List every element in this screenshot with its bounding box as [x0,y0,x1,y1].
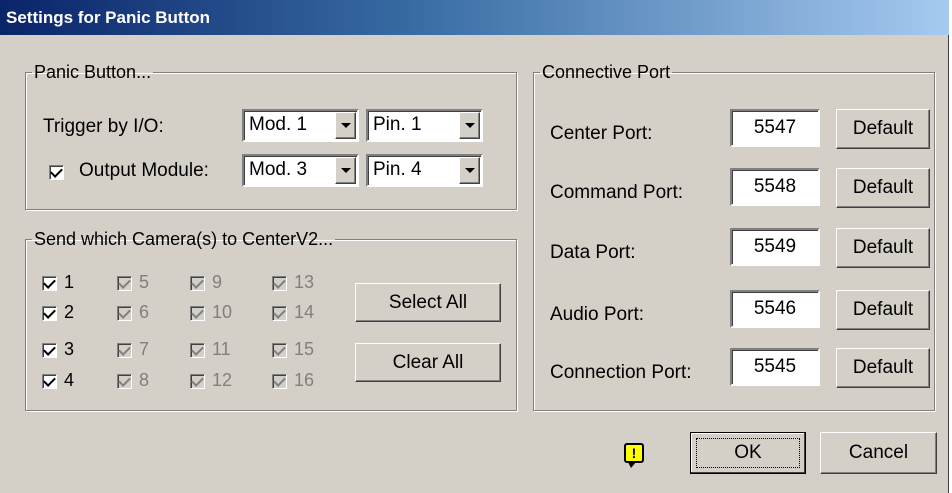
warning-icon: ! [624,443,644,468]
port-input[interactable]: 5545 [730,348,820,386]
camera-label: 12 [212,370,233,390]
connective-port-legend: Connective Port [542,62,671,82]
camera-label: 14 [294,302,315,322]
cancel-label: Cancel [848,442,909,463]
camera-checkbox[interactable] [42,374,57,389]
default-label: Default [852,118,914,139]
camera-selection-legend: Send which Camera(s) to CenterV2... [34,229,334,249]
camera-checkbox[interactable] [42,343,57,358]
camera-checkbox [117,276,132,291]
camera-label: 9 [212,272,223,292]
port-label: Audio Port: [550,304,644,325]
camera-label: 7 [139,339,150,359]
clear-all-button[interactable]: Clear All [355,343,501,382]
output-pin-select[interactable]: Pin. 4 [366,154,483,187]
default-label: Default [852,357,914,378]
trigger-module-select[interactable]: Mod. 1 [242,109,359,142]
warning-glyph: ! [631,445,637,461]
output-module-select[interactable]: Mod. 3 [242,154,359,187]
camera-label: 11 [212,339,231,359]
camera-label: 10 [212,302,233,322]
port-label: Center Port: [550,123,653,144]
select-all-button[interactable]: Select All [355,283,501,322]
camera-label: 6 [139,302,150,322]
port-input[interactable]: 5546 [730,290,820,328]
port-input[interactable]: 5549 [730,228,820,266]
port-input[interactable]: 5547 [730,109,820,147]
select-all-label: Select All [388,292,468,313]
camera-checkbox [272,306,287,321]
chevron-down-icon[interactable] [459,112,480,139]
trigger-label: Trigger by I/O: [43,116,164,137]
output-module-value: Mod. 3 [249,159,308,180]
port-label: Data Port: [550,242,636,263]
camera-checkbox [272,276,287,291]
camera-label: 2 [64,302,75,322]
camera-label: 1 [64,272,75,292]
trigger-module-value: Mod. 1 [249,114,308,135]
chevron-down-icon[interactable] [459,157,480,184]
panic-button-legend: Panic Button... [34,62,152,82]
output-module-label: Output Module: [79,160,209,181]
default-button[interactable]: Default [836,348,930,388]
camera-label: 3 [64,339,75,359]
port-label: Connection Port: [550,362,692,383]
camera-checkbox [272,374,287,389]
focus-rect [696,438,800,468]
port-input[interactable]: 5548 [730,168,820,206]
trigger-pin-select[interactable]: Pin. 1 [366,109,483,142]
default-button[interactable]: Default [836,168,930,208]
camera-checkbox [272,343,287,358]
camera-checkbox [117,343,132,358]
camera-checkbox [190,343,205,358]
settings-dialog: Settings for Panic Button Panic Button..… [0,0,949,493]
default-label: Default [852,177,914,198]
title-bar[interactable]: Settings for Panic Button [0,0,949,35]
output-module-checkbox[interactable] [49,165,64,180]
trigger-pin-value: Pin. 1 [373,114,422,135]
chevron-down-icon[interactable] [335,112,356,139]
camera-checkbox [190,276,205,291]
default-label: Default [852,299,914,320]
camera-label: 5 [139,272,150,292]
ok-button[interactable]: OK [690,432,806,474]
default-button[interactable]: Default [836,228,930,268]
camera-checkbox[interactable] [42,306,57,321]
port-label: Command Port: [550,182,684,203]
default-label: Default [852,237,914,258]
camera-checkbox [117,306,132,321]
camera-label: 8 [139,370,150,390]
camera-label: 13 [294,272,315,292]
default-button[interactable]: Default [836,109,930,149]
camera-checkbox [117,374,132,389]
camera-label: 4 [64,370,75,390]
camera-checkbox[interactable] [42,276,57,291]
cancel-button[interactable]: Cancel [820,432,937,474]
camera-label: 16 [294,370,315,390]
camera-checkbox [190,306,205,321]
default-button[interactable]: Default [836,290,930,330]
clear-all-label: Clear All [392,352,464,373]
chevron-down-icon[interactable] [335,157,356,184]
camera-label: 15 [294,339,315,359]
window-title: Settings for Panic Button [6,8,210,27]
output-pin-value: Pin. 4 [373,159,422,180]
camera-checkbox [190,374,205,389]
